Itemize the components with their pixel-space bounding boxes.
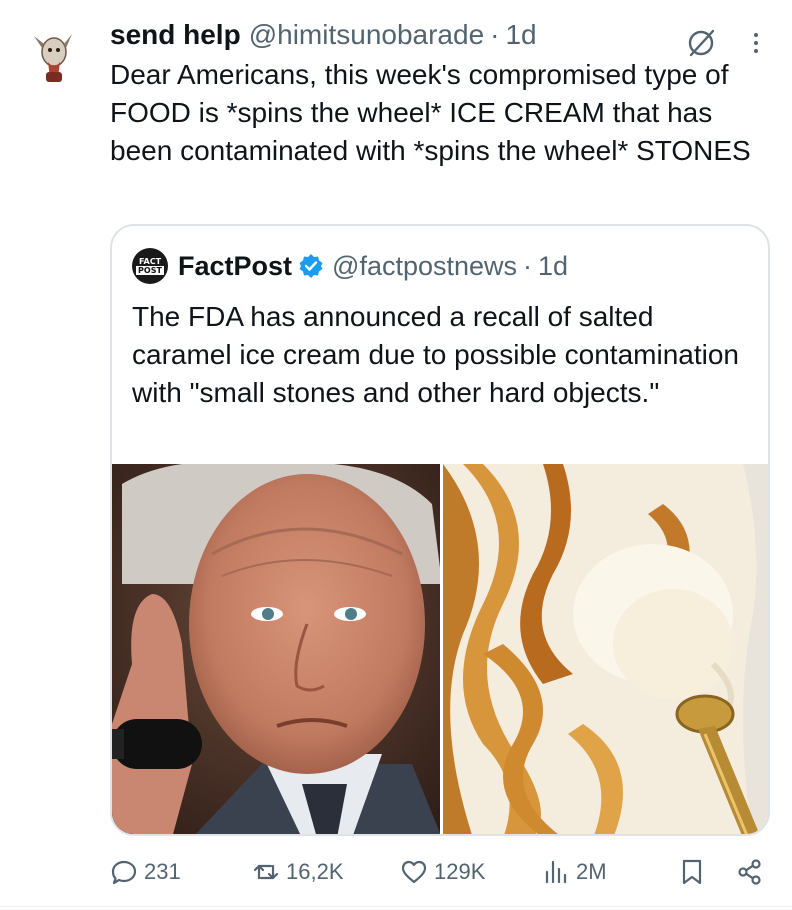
author-handle[interactable]: @himitsunobarade (249, 14, 484, 56)
separator-dot: · (523, 250, 533, 281)
reply-count: 231 (144, 859, 181, 884)
bookmark-icon[interactable] (678, 858, 706, 886)
more-dots-icon[interactable] (744, 26, 768, 60)
reply-button[interactable]: 231 (110, 850, 181, 894)
quoted-post-header: FACT POST FactPost @factpostnews · 1d (132, 248, 568, 284)
views-count: 2M (576, 859, 607, 884)
quoted-post-time[interactable]: 1d (538, 251, 568, 282)
like-icon (401, 860, 427, 884)
views-icon (545, 860, 567, 884)
post-time[interactable]: 1d (505, 14, 536, 56)
verified-badge-icon (299, 254, 323, 278)
post-header: send help @himitsunobarade · 1d (110, 14, 782, 56)
avatar-text-bottom: POST (136, 266, 164, 275)
man-portrait-photo[interactable] (112, 464, 440, 834)
quoted-media[interactable] (112, 464, 768, 834)
quoted-author-name[interactable]: FactPost (178, 251, 292, 282)
repost-button[interactable]: 16,2K (252, 850, 344, 894)
like-button[interactable]: 129K (400, 850, 485, 894)
quoted-post-text: The FDA has announced a recall of salted… (132, 301, 739, 408)
repost-icon (253, 864, 279, 880)
bottom-divider (0, 906, 792, 907)
like-count: 129K (434, 859, 486, 884)
author-avatar[interactable] (20, 22, 86, 88)
post-text: Dear Americans, this week's compromised … (110, 59, 751, 166)
repost-count: 16,2K (286, 859, 344, 884)
views-button[interactable]: 2M (542, 850, 607, 894)
post-actions: 231 16,2K 129K 2M (110, 850, 780, 894)
factpost-avatar[interactable]: FACT POST (132, 248, 168, 284)
quoted-post[interactable]: FACT POST FactPost @factpostnews · 1d Th… (110, 224, 770, 836)
post[interactable]: send help @himitsunobarade · 1d Dear Ame… (110, 14, 782, 170)
author-name[interactable]: send help (110, 14, 241, 56)
grok-icon[interactable] (686, 28, 716, 58)
avatar-text-top: FACT (138, 257, 162, 266)
reply-icon (111, 860, 137, 885)
caramel-ice-cream-photo[interactable] (440, 464, 768, 834)
goat-avatar-icon (20, 22, 86, 88)
separator-dot: · (490, 19, 500, 50)
portrait-illustration (112, 464, 440, 834)
ice-cream-illustration (443, 464, 768, 834)
quoted-author-handle[interactable]: @factpostnews (332, 251, 517, 282)
share-icon[interactable] (736, 858, 764, 886)
